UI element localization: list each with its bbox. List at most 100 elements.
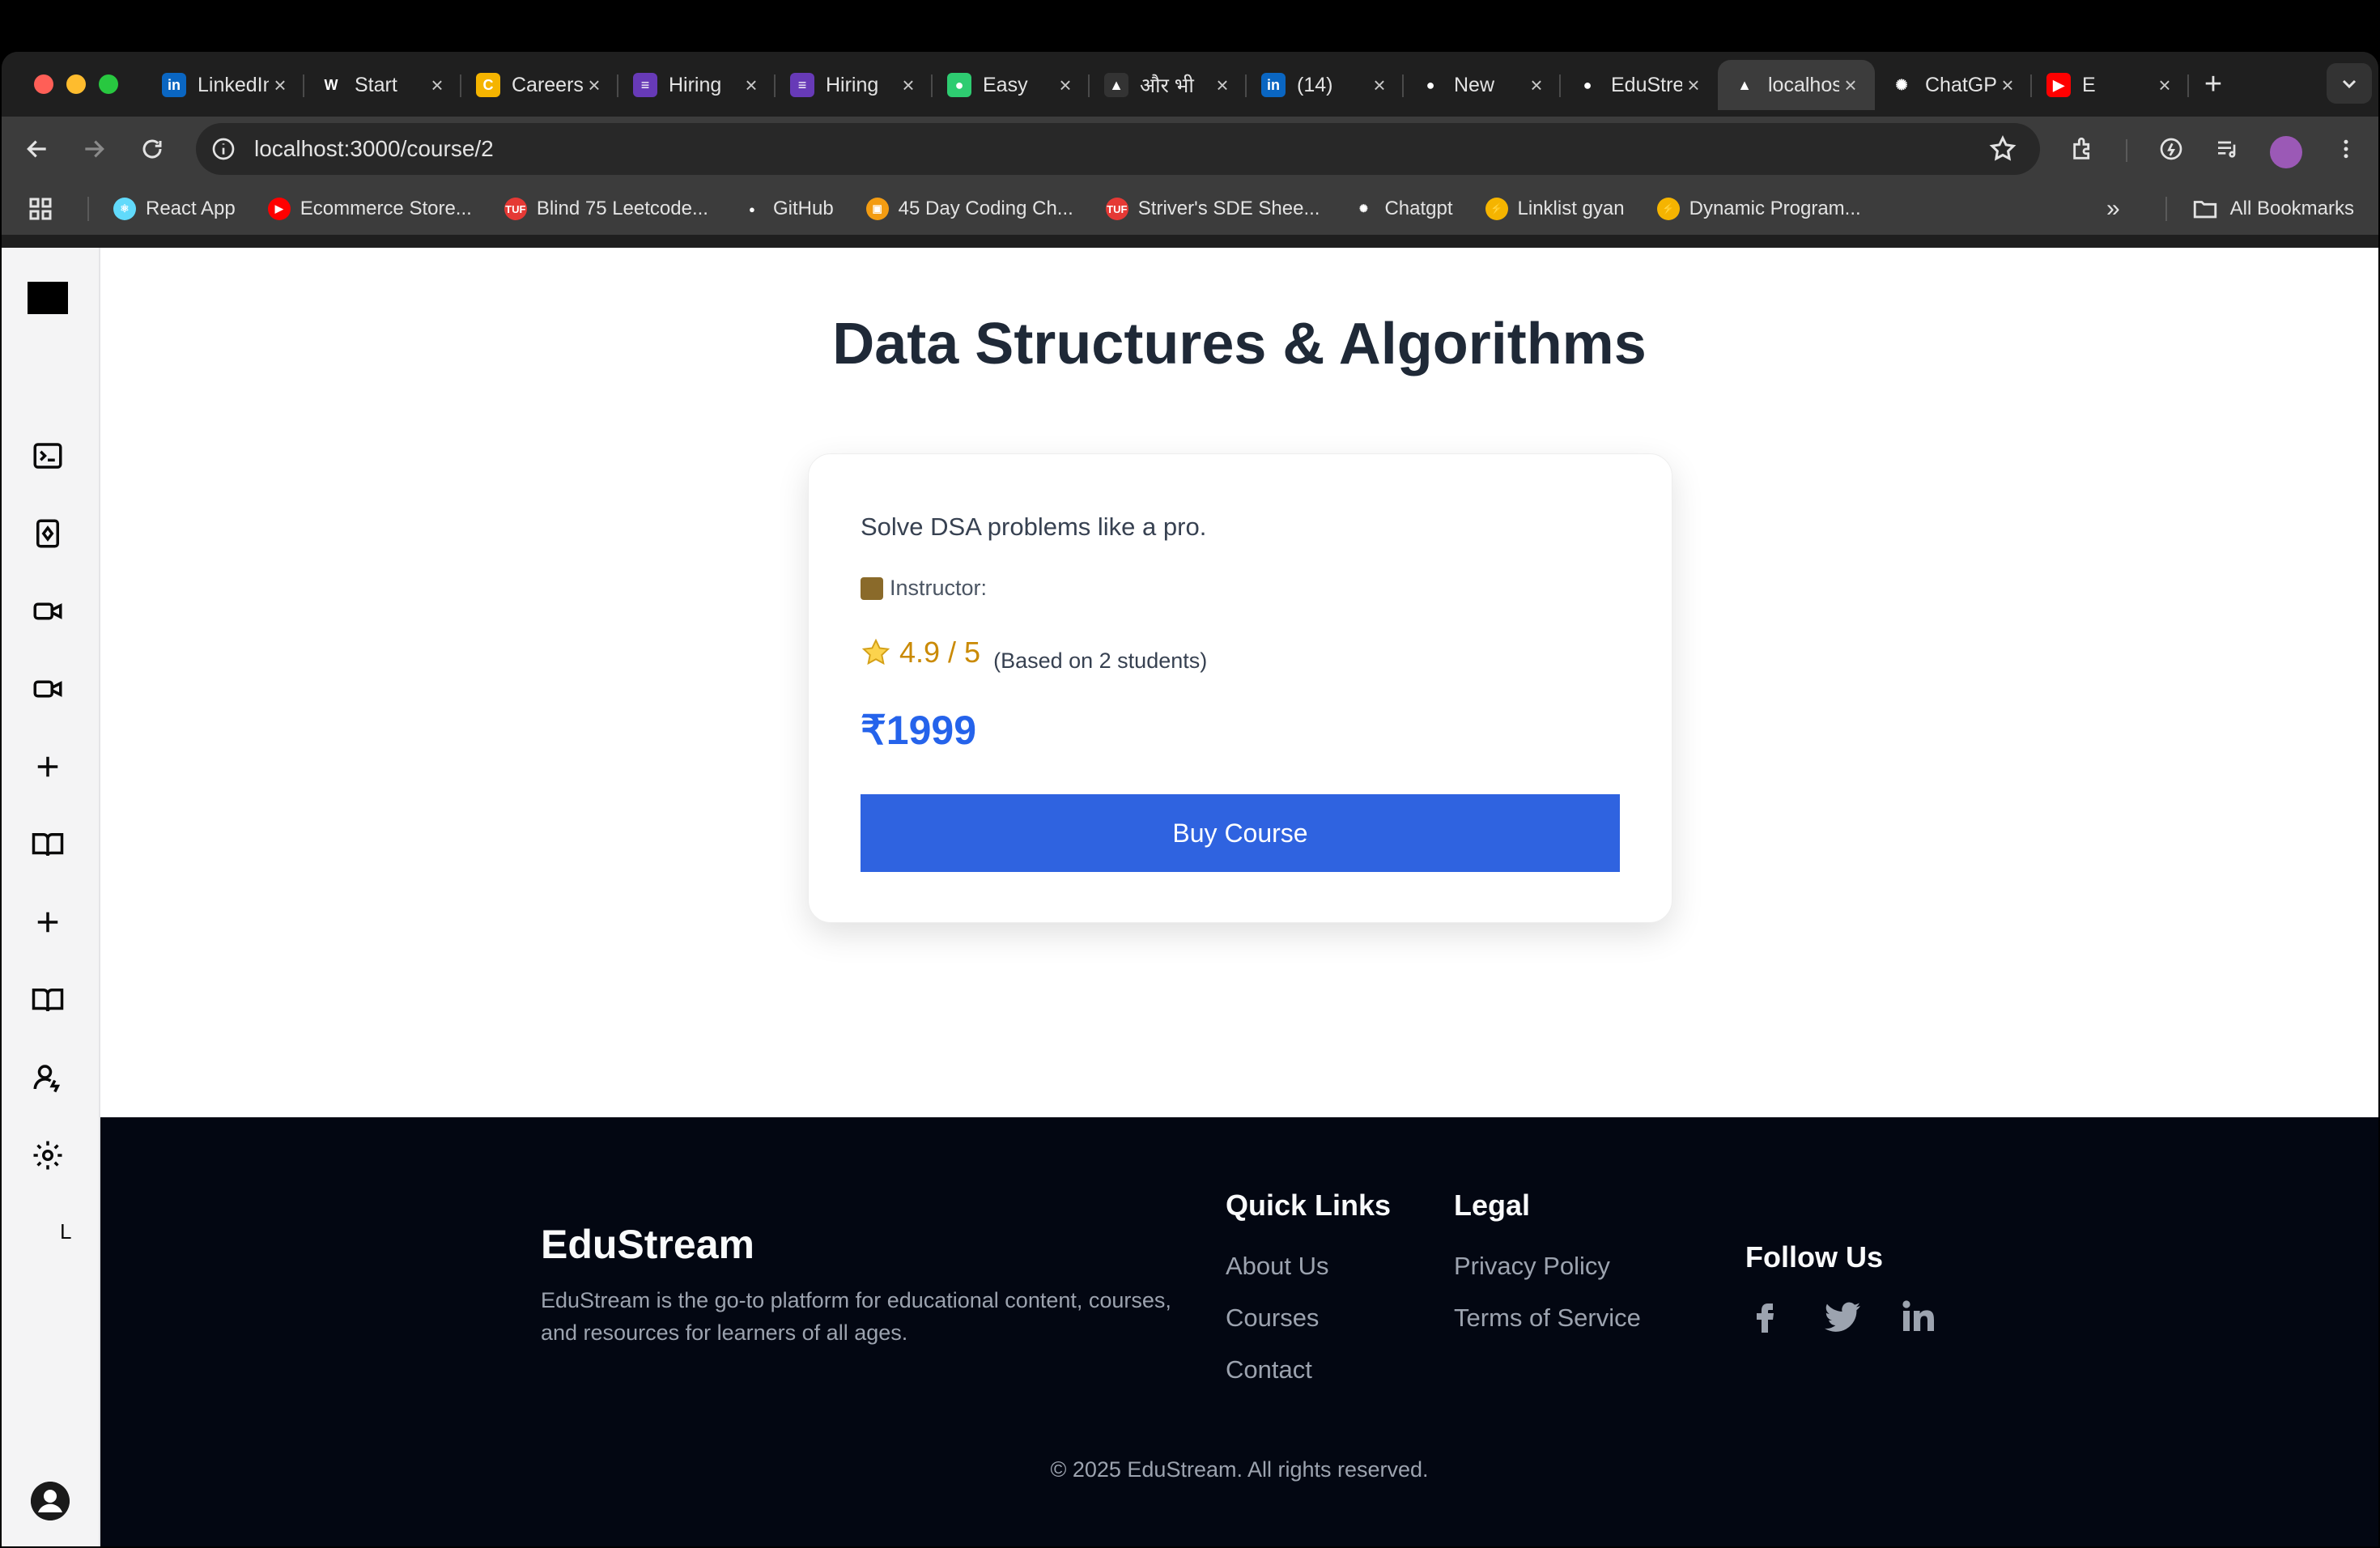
bookmark-item[interactable]: ⚡ Dynamic Program... [1656, 198, 1861, 220]
facebook-icon[interactable] [1745, 1297, 1784, 1336]
bookmark-item[interactable]: ▣ 45 Day Coding Ch... [865, 198, 1073, 220]
footer-link-courses[interactable]: Courses [1226, 1303, 1319, 1333]
bookmark-item[interactable]: TUF Striver's SDE Shee... [1105, 198, 1320, 220]
browser-tab[interactable]: W Start × [304, 60, 461, 110]
bookmark-favicon-icon: TUF [504, 198, 527, 220]
apps-grid-icon[interactable] [26, 194, 55, 223]
browser-tab[interactable]: ≡ Hiring × [618, 60, 776, 110]
close-icon[interactable]: × [1368, 74, 1391, 96]
close-icon[interactable]: × [583, 74, 606, 96]
browser-tab[interactable]: ● EduStream× [1561, 60, 1718, 110]
video-camera-icon[interactable] [31, 672, 65, 706]
footer-link-contact[interactable]: Contact [1226, 1355, 1312, 1384]
footer-link-terms[interactable]: Terms of Service [1454, 1303, 1641, 1333]
bookmark-label: Dynamic Program... [1689, 198, 1861, 219]
close-icon[interactable]: × [1211, 74, 1234, 96]
linkedin-icon[interactable] [1899, 1297, 1938, 1336]
close-icon[interactable]: × [269, 74, 291, 96]
tab-title: Hiring [826, 73, 879, 96]
close-icon[interactable]: × [897, 74, 920, 96]
bookmark-item[interactable]: ⚛ React App [113, 198, 236, 220]
close-icon[interactable]: × [426, 74, 448, 96]
bookmark-label: Ecommerce Store... [300, 198, 472, 219]
bookmark-star-icon[interactable] [1988, 134, 2017, 164]
bookmark-favicon-icon: ⚛ [113, 198, 136, 220]
bookmark-label: Blind 75 Leetcode... [536, 198, 708, 219]
browser-tab[interactable]: ▶ E × [2032, 60, 2189, 110]
media-icon: ▲ [1104, 73, 1128, 97]
browser-tab[interactable]: in (14) × [1247, 60, 1404, 110]
book-open-icon[interactable] [31, 983, 65, 1017]
user-cog-icon[interactable] [31, 1061, 65, 1095]
all-bookmarks-link[interactable]: All Bookmarks [2230, 198, 2354, 220]
book-open-icon[interactable] [31, 827, 65, 861]
video-camera-icon[interactable] [31, 594, 65, 628]
course-title: Data Structures & Algorithms [832, 312, 1647, 376]
browser-tab[interactable]: ▲ और भी × [1090, 60, 1247, 110]
forward-button[interactable] [76, 131, 112, 167]
bookmark-item[interactable]: TUF Blind 75 Leetcode... [504, 198, 708, 220]
browser-menu-button[interactable] [2328, 131, 2364, 167]
linkedin-icon: in [1261, 73, 1286, 97]
profile-avatar[interactable] [2270, 136, 2302, 168]
maximize-window-button[interactable] [99, 74, 118, 94]
browser-tab[interactable]: ≡ Hiring × [776, 60, 933, 110]
tab-title: LinkedIn [198, 73, 269, 96]
tab-title: ChatGPT [1925, 73, 1996, 96]
bookmark-item[interactable]: ⚡ Linklist gyan [1485, 198, 1625, 220]
rating-value: 4.9 / 5 [899, 636, 981, 669]
site-info-icon[interactable] [210, 136, 236, 162]
tab-title: E [2082, 73, 2096, 96]
performance-button[interactable] [2153, 131, 2189, 167]
plus-icon[interactable] [31, 905, 65, 939]
app-logo[interactable] [28, 282, 68, 314]
tab-list: in LinkedIn × W Start × C Careers × ≡ Hiring × ≡ Hiri… [147, 60, 2189, 110]
browser-tab[interactable]: ● Easy × [933, 60, 1090, 110]
tab-title: localhost [1768, 73, 1839, 96]
bookmark-list: ⚛ React App ▶ Ecommerce Store... TUF Blind 75… [113, 198, 1893, 220]
close-window-button[interactable] [34, 74, 53, 94]
browser-tab[interactable]: C Careers × [461, 60, 618, 110]
close-icon[interactable]: × [2153, 74, 2176, 96]
bookmark-item[interactable]: ▶ Ecommerce Store... [267, 198, 472, 220]
bookmark-item[interactable]: ● GitHub [741, 198, 834, 220]
close-icon[interactable]: × [1682, 74, 1705, 96]
new-tab-button[interactable]: + [2197, 68, 2229, 100]
tab-search-button[interactable] [2327, 63, 2372, 104]
browser-tab[interactable]: ● New × [1404, 60, 1561, 110]
browser-tab[interactable]: ▲ localhost× [1718, 60, 1875, 110]
buy-course-button[interactable]: Buy Course [861, 794, 1620, 872]
close-icon[interactable]: × [740, 74, 763, 96]
site-footer: EduStream EduStream is the go-to platfor… [100, 1117, 2378, 1546]
github-icon: ● [1426, 76, 1435, 93]
extensions-button[interactable] [2066, 131, 2102, 167]
playing-card-icon[interactable] [31, 517, 65, 551]
main-content: Data Structures & Algorithms Solve DSA p… [100, 248, 2378, 1546]
footer-link-privacy[interactable]: Privacy Policy [1454, 1252, 1610, 1281]
tab-title: और भी [1140, 74, 1194, 97]
back-button[interactable] [19, 131, 55, 167]
media-controls-button[interactable] [2210, 131, 2246, 167]
chevron-double-right-icon[interactable]: » [2106, 195, 2120, 223]
app-sidebar: L [2, 248, 100, 1546]
close-icon[interactable]: × [1996, 74, 2019, 96]
reload-icon [142, 139, 162, 159]
star-icon [861, 638, 890, 666]
footer-copyright: © 2025 EduStream. All rights reserved. [1050, 1457, 1429, 1482]
close-icon[interactable]: × [1525, 74, 1548, 96]
browser-tab[interactable]: ✺ ChatGPT× [1875, 60, 2032, 110]
footer-link-about[interactable]: About Us [1226, 1252, 1329, 1281]
terminal-icon[interactable] [31, 439, 65, 473]
close-icon[interactable]: × [1054, 74, 1077, 96]
twitter-icon[interactable] [1823, 1297, 1862, 1336]
close-icon[interactable]: × [1839, 74, 1862, 96]
reload-button[interactable] [134, 131, 170, 167]
browser-tab[interactable]: in LinkedIn × [147, 60, 304, 110]
address-bar[interactable]: localhost:3000/course/2 [196, 123, 2040, 175]
gear-icon[interactable] [31, 1138, 65, 1172]
user-avatar-icon[interactable] [31, 1482, 70, 1520]
tab-title: Start [355, 73, 397, 96]
plus-icon[interactable] [31, 750, 65, 784]
minimize-window-button[interactable] [66, 74, 86, 94]
bookmark-item[interactable]: ✺ Chatgpt [1352, 198, 1453, 220]
